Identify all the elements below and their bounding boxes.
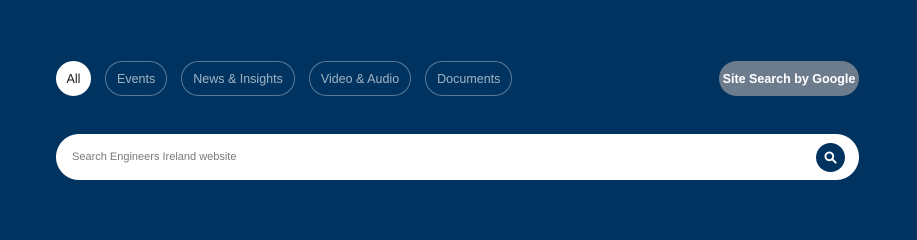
search-input[interactable] [56, 133, 816, 181]
search-submit-button[interactable] [816, 142, 845, 172]
filter-events[interactable]: Events [105, 61, 168, 96]
search-icon [824, 150, 837, 164]
filter-all[interactable]: All [56, 61, 91, 96]
search-bar [56, 133, 859, 181]
filter-events-label: Events [117, 71, 156, 86]
filter-video-audio-label: Video & Audio [320, 71, 400, 86]
filter-documents-label: Documents [437, 71, 501, 86]
site-search-google-label: Site Search by Google [722, 71, 856, 86]
site-search-google-button[interactable]: Site Search by Google [719, 61, 859, 96]
filter-news-insights[interactable]: News & Insights [181, 61, 295, 96]
filter-documents[interactable]: Documents [425, 61, 513, 96]
filter-video-audio[interactable]: Video & Audio [308, 61, 412, 96]
filter-news-insights-label: News & Insights [193, 71, 283, 86]
content-filter-tabs: All Events News & Insights Video & Audio… [56, 61, 526, 96]
filter-all-label: All [66, 71, 81, 86]
